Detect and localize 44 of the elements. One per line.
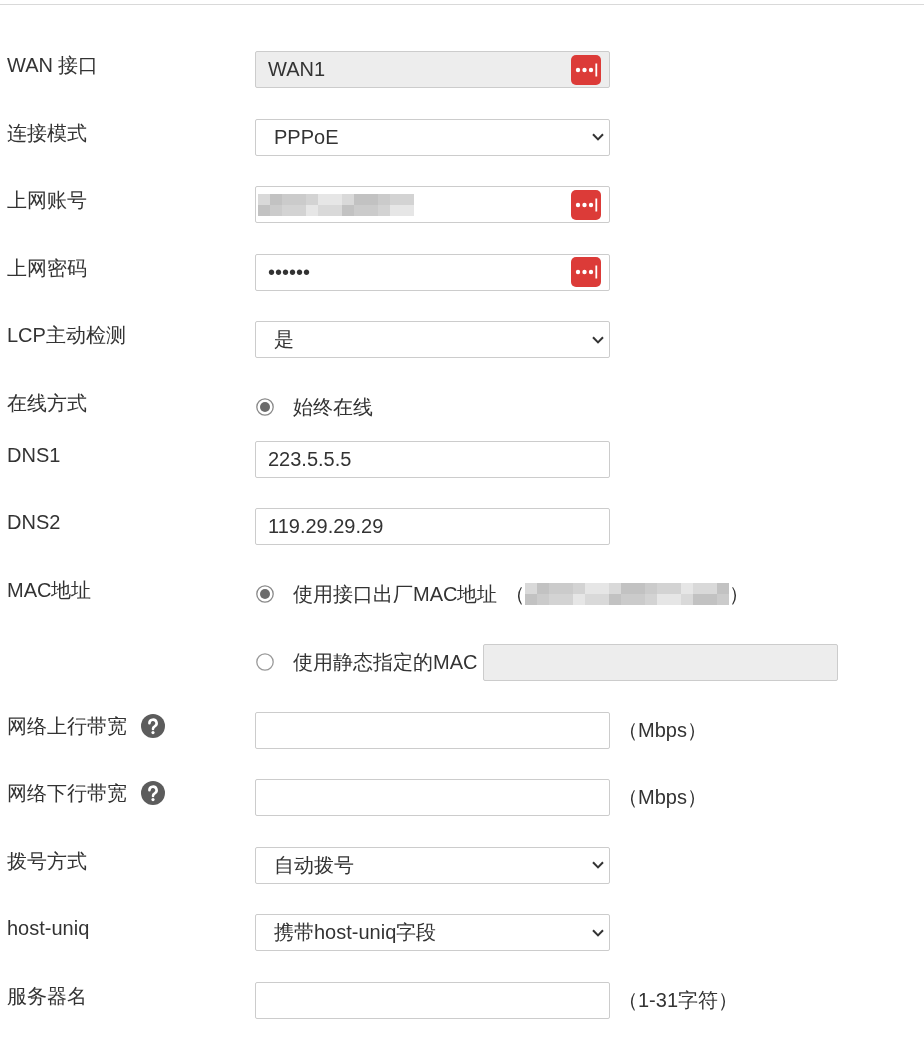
field-label: 在线方式: [7, 390, 87, 416]
field-label: 拨号方式: [7, 848, 87, 874]
radio-button[interactable]: [256, 398, 274, 416]
unit-label: （Mbps）: [618, 717, 707, 743]
text-field[interactable]: [255, 186, 610, 223]
field-label: DNS2: [7, 510, 61, 535]
field-label: MAC地址: [7, 577, 92, 603]
field-label: 上网账号: [7, 188, 87, 213]
field-label: host-uniq: [7, 916, 90, 941]
chevron-down-icon: [592, 928, 604, 937]
radio-button[interactable]: [256, 585, 274, 603]
field-label: 网络上行带宽: [7, 713, 127, 739]
chevron-down-icon: [592, 335, 604, 344]
field-label: 连接模式: [7, 120, 87, 146]
dots-cursor-icon[interactable]: [571, 257, 601, 287]
chevron-down-icon: [592, 861, 604, 869]
close-parenthesis: ）: [729, 581, 750, 607]
radio-label[interactable]: 使用接口出厂MAC地址: [293, 580, 498, 608]
dropdown[interactable]: 携带host-uniq字段: [255, 914, 610, 951]
field-label: 上网密码: [7, 255, 87, 281]
help-icon[interactable]: [141, 713, 165, 738]
field-label: 服务器名: [7, 983, 87, 1009]
dropdown[interactable]: 自动拨号: [255, 846, 610, 884]
open-parenthesis: （: [505, 581, 526, 607]
text-field[interactable]: ••••••: [255, 253, 610, 291]
text-field[interactable]: [255, 981, 610, 1019]
field-label: LCP主动检测: [7, 323, 126, 348]
dropdown[interactable]: 是: [255, 321, 610, 358]
unit-label: （1-31字符）: [618, 987, 739, 1013]
dropdown[interactable]: PPPoE: [255, 118, 610, 156]
text-field[interactable]: 223.5.5.5: [255, 440, 610, 478]
help-icon[interactable]: [141, 781, 165, 805]
field-label: 网络下行带宽: [7, 781, 127, 806]
field-label: WAN 接口: [7, 53, 99, 78]
chevron-down-icon: [592, 133, 604, 141]
text-field[interactable]: 119.29.29.29: [255, 508, 610, 545]
text-field[interactable]: [255, 779, 610, 816]
radio-label[interactable]: 使用静态指定的MAC: [293, 648, 478, 676]
dots-cursor-icon[interactable]: [571, 189, 601, 220]
radio-button[interactable]: [256, 653, 274, 671]
field-label: DNS1: [7, 442, 61, 468]
radio-label[interactable]: 始终在线: [293, 393, 373, 421]
text-field[interactable]: [255, 711, 610, 749]
unit-label: （Mbps）: [618, 785, 707, 810]
